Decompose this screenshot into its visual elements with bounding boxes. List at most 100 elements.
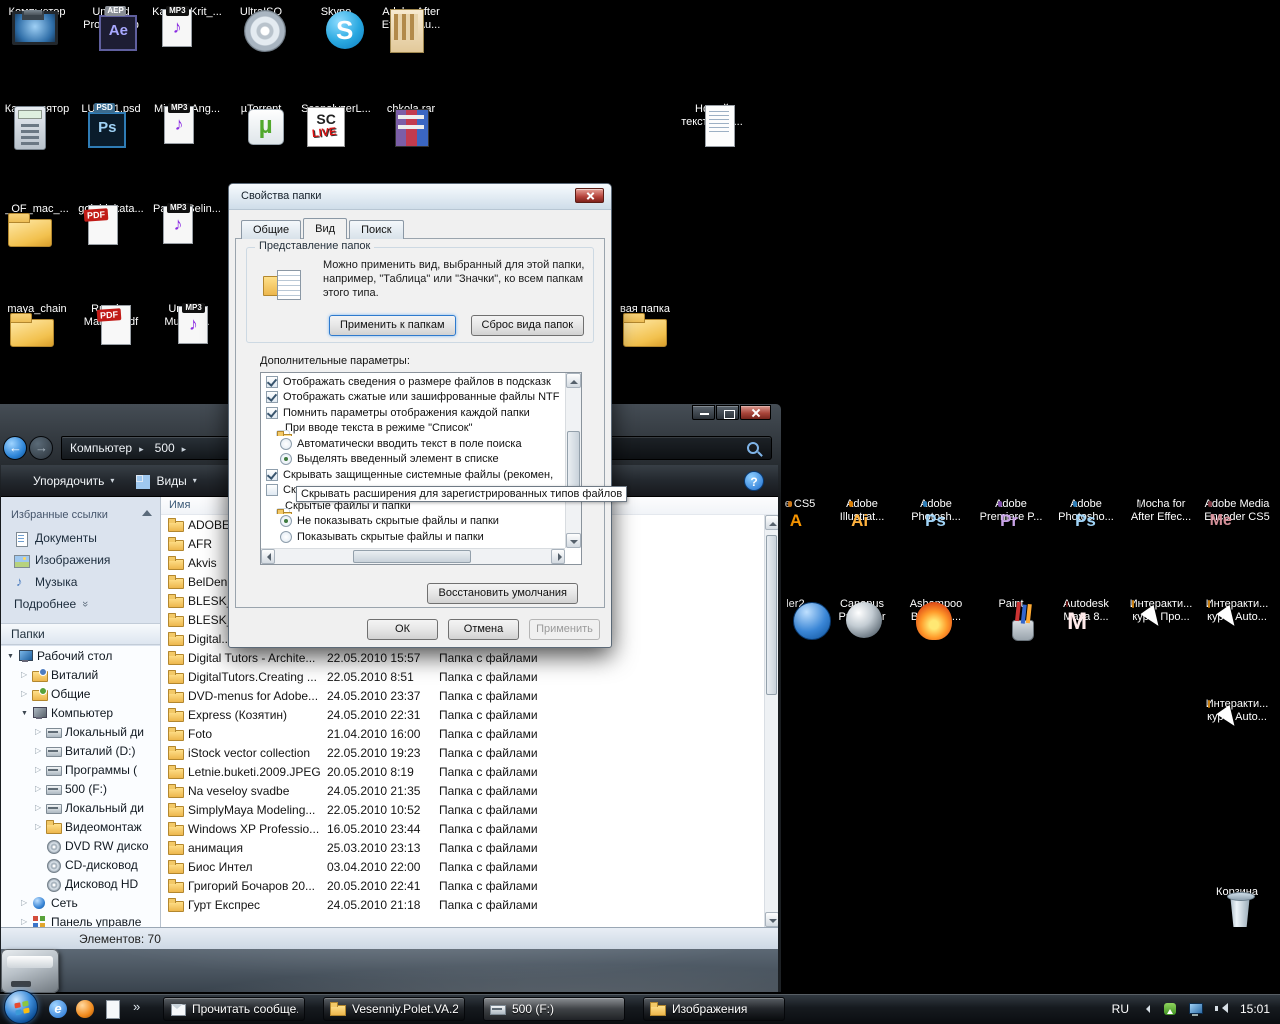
folders-band[interactable]: Папки — [1, 623, 160, 645]
language-indicator[interactable]: RU — [1112, 1002, 1129, 1016]
favorite-link[interactable]: Изображения — [1, 549, 160, 571]
expander-icon[interactable] — [21, 670, 32, 679]
quick-launch-icon[interactable] — [102, 999, 122, 1019]
desktop-icon[interactable]: Untitled Multitra... — [151, 303, 223, 329]
desktop-icon[interactable]: Paula_Selin... — [151, 203, 223, 216]
desktop-icon[interactable]: Adobe Photosh... — [900, 498, 972, 524]
scroll-up-button[interactable] — [765, 515, 778, 530]
tree-item[interactable]: Локальный ди — [1, 798, 160, 817]
tray-app-icon[interactable] — [1163, 1002, 1179, 1016]
option-control[interactable] — [276, 507, 292, 514]
desktop-icon[interactable]: chkola.rar — [375, 103, 447, 116]
scroll-thumb[interactable] — [567, 431, 580, 489]
scroll-down-button[interactable] — [765, 912, 778, 927]
expander-icon[interactable] — [35, 822, 46, 831]
file-row[interactable]: Letnie.buketi.2009.JPEG 20.05.2010 8:19 … — [161, 762, 764, 781]
breadcrumb-item[interactable]: 500 — [153, 441, 196, 455]
tree-item[interactable]: CD-дисковод — [1, 855, 160, 874]
option-row[interactable]: Отображать сжатые или зашифрованные файл… — [262, 390, 564, 406]
desktop-icon[interactable]: Canopus ProCoder — [826, 598, 898, 624]
desktop-icon[interactable]: UltraISO — [225, 6, 297, 19]
file-row[interactable]: Na veseloy svadbe 24.05.2010 21:35 Папка… — [161, 781, 764, 800]
desktop-icon[interactable]: Калькулятор — [1, 103, 73, 116]
desktop-icon[interactable]: Adobe After Effects Au... — [375, 6, 447, 32]
start-button[interactable] — [4, 990, 38, 1024]
file-row[interactable]: Windows XP Professio... 16.05.2010 23:44… — [161, 819, 764, 838]
desktop-icon[interactable]: Autodesk Maya 8... — [1050, 598, 1122, 624]
tree-item[interactable]: 500 (F:) — [1, 779, 160, 798]
desktop-icon[interactable]: Skype — [300, 6, 372, 19]
scroll-left-button[interactable] — [261, 549, 275, 564]
file-row[interactable]: Digital Tutors - Archite... 22.05.2010 1… — [161, 648, 764, 667]
desktop-icon[interactable]: Новый текстовый... — [676, 103, 748, 129]
option-control[interactable] — [266, 468, 278, 481]
option-control[interactable] — [280, 453, 292, 466]
expander-icon[interactable] — [21, 689, 32, 698]
desktop-icon[interactable]: Miro_-_Ang... — [151, 103, 223, 116]
desktop-icon[interactable]: ScenalyzerL... — [300, 103, 372, 116]
scroll-up-button[interactable] — [566, 373, 581, 388]
file-row[interactable]: Григорий Бочаров 20... 20.05.2010 22:41 … — [161, 876, 764, 895]
option-control[interactable] — [280, 437, 292, 450]
option-control[interactable] — [266, 375, 278, 388]
expander-icon[interactable] — [35, 727, 46, 736]
option-row[interactable]: Выделять введенный элемент в списке — [262, 452, 564, 468]
display-settings-icon[interactable] — [1188, 1002, 1204, 1016]
option-control[interactable] — [280, 530, 292, 543]
tree-item[interactable]: Программы ( — [1, 760, 160, 779]
desktop-icon[interactable]: Интеракти... курс. Auto... — [1201, 698, 1273, 724]
options-vertical-scrollbar[interactable] — [565, 373, 581, 548]
desktop-icon[interactable]: Mocha for After Effec... — [1125, 498, 1197, 524]
file-list-scrollbar[interactable] — [764, 515, 778, 927]
file-row[interactable]: DigitalTutors.Creating ... 22.05.2010 8:… — [161, 667, 764, 686]
desktop-icon[interactable]: Karina_Krit_... — [151, 6, 223, 19]
apply-button[interactable]: Применить — [529, 619, 600, 640]
minimize-button[interactable] — [692, 405, 715, 420]
favorite-link[interactable]: Документы — [1, 527, 160, 549]
file-row[interactable]: Гурт Експрес 24.05.2010 21:18 Папка с фа… — [161, 895, 764, 914]
desktop-icon[interactable]: Untitled Project.aep — [75, 6, 147, 32]
task-button[interactable]: Прочитать сообще... — [163, 997, 305, 1021]
desktop-icon[interactable]: вая папка — [609, 303, 681, 316]
file-row[interactable]: анимация 25.03.2010 23:13 Папка с файлам… — [161, 838, 764, 857]
expander-icon[interactable] — [7, 651, 18, 660]
dialog-tab[interactable]: Поиск — [349, 220, 404, 239]
option-row[interactable]: Отображать сведения о размере файлов в п… — [262, 374, 564, 390]
forward-button[interactable] — [29, 436, 53, 460]
ok-button[interactable]: ОК — [367, 619, 438, 640]
task-button[interactable]: Изображения — [643, 997, 785, 1021]
file-row[interactable]: iStock vector collection 22.05.2010 19:2… — [161, 743, 764, 762]
desktop-icon[interactable]: Adobe Media Encoder CS5 — [1201, 498, 1273, 524]
expander-icon[interactable] — [21, 708, 32, 717]
toolbar-button[interactable]: Упорядочить — [13, 474, 114, 488]
scroll-thumb[interactable] — [353, 550, 471, 563]
apply-to-folders-button[interactable]: Применить к папкам — [329, 315, 456, 336]
file-row[interactable]: Биос Интел 03.04.2010 22:00 Папка с файл… — [161, 857, 764, 876]
dialog-close-button[interactable] — [575, 188, 604, 203]
expander-icon[interactable] — [35, 803, 46, 812]
tree-item[interactable]: Компьютер — [1, 703, 160, 722]
maximize-button[interactable] — [716, 405, 739, 420]
tree-item[interactable]: Виталий (D:) — [1, 741, 160, 760]
task-button[interactable]: Vesenniy.Polet.VA.2... — [323, 997, 465, 1021]
desktop-icon[interactable]: Russian Manual.pdf — [75, 303, 147, 329]
file-row[interactable]: Express (Козятин) 24.05.2010 22:31 Папка… — [161, 705, 764, 724]
desktop-icon[interactable]: Интеракти... курс. Auto... — [1201, 598, 1273, 624]
tree-item[interactable]: Виталий — [1, 665, 160, 684]
dialog-tab[interactable]: Вид — [303, 218, 348, 239]
volume-icon[interactable] — [1213, 1002, 1229, 1016]
desktop-icon[interactable]: maya_chain — [1, 303, 73, 316]
expander-icon[interactable] — [35, 784, 46, 793]
close-button[interactable] — [740, 405, 771, 420]
desktop-icon[interactable]: Adobe Premiere P... — [975, 498, 1047, 524]
file-row[interactable]: DVD-menus for Adobe... 24.05.2010 23:37 … — [161, 686, 764, 705]
desktop-icon[interactable]: LU0001.psd — [75, 103, 147, 116]
quick-launch-icon[interactable] — [48, 999, 68, 1019]
option-row[interactable]: Не показывать скрытые файлы и папки — [262, 514, 564, 530]
desktop-icon[interactable]: Adobe Photosho... — [1050, 498, 1122, 524]
clock[interactable]: 15:01 — [1238, 1002, 1272, 1016]
option-control[interactable] — [280, 515, 292, 528]
reset-folders-button[interactable]: Сброс вида папок — [470, 315, 585, 336]
desktop-icon[interactable]: Paint — [975, 598, 1047, 611]
toolbar-button[interactable]: Виды — [136, 474, 196, 488]
